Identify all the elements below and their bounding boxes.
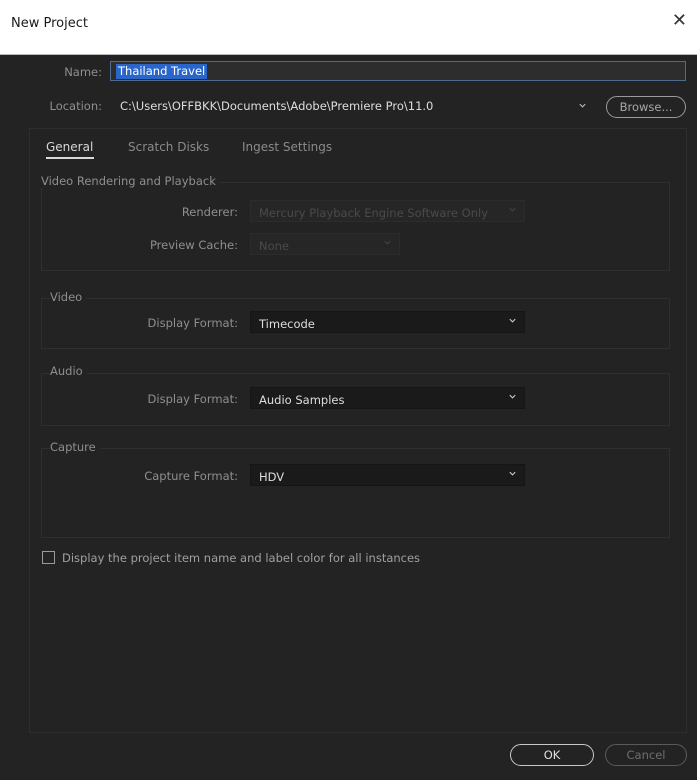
- audio-group-border: [41, 373, 670, 374]
- renderer-dropdown: Mercury Playback Engine Software Only: [250, 200, 525, 222]
- browse-button[interactable]: Browse...: [606, 96, 686, 118]
- tab-ingest-settings[interactable]: Ingest Settings: [242, 140, 332, 154]
- tab-general[interactable]: General: [46, 140, 93, 154]
- video-rendering-title: Video Rendering and Playback: [41, 174, 220, 188]
- chevron-down-icon: [509, 318, 516, 323]
- video-title: Video: [50, 290, 87, 304]
- renderer-label: Renderer:: [181, 205, 238, 219]
- location-dropdown[interactable]: C:\Users\OFFBKK\Documents\Adobe\Premiere…: [110, 94, 594, 118]
- video-rendering-group: [41, 182, 670, 271]
- video-display-format-dropdown[interactable]: Timecode: [250, 311, 525, 333]
- video-display-format-label: Display Format:: [147, 316, 238, 330]
- name-label: Name:: [64, 65, 102, 79]
- capture-group-border: [41, 448, 670, 449]
- capture-title: Capture: [50, 440, 100, 454]
- location-label: Location:: [49, 99, 102, 113]
- name-input-value: Thailand Travel: [116, 64, 208, 79]
- name-input[interactable]: Thailand Travel: [110, 61, 686, 81]
- new-project-dialog: New Project ✕ Name: Thailand Travel Loca…: [0, 0, 697, 780]
- capture-format-value: HDV: [259, 470, 285, 484]
- preview-cache-label: Preview Cache:: [149, 238, 238, 252]
- capture-format-dropdown[interactable]: HDV: [250, 464, 525, 486]
- audio-title: Audio: [50, 364, 87, 378]
- audio-display-format-value: Audio Samples: [259, 393, 345, 407]
- preview-cache-dropdown: None: [250, 233, 400, 255]
- capture-format-label: Capture Format:: [144, 469, 238, 483]
- video-group-border: [41, 298, 670, 299]
- title-bar: New Project ✕: [0, 0, 697, 55]
- chevron-down-icon: [509, 471, 516, 476]
- capture-group: [41, 448, 670, 538]
- dialog-title: New Project: [11, 16, 88, 31]
- ok-button[interactable]: OK: [510, 744, 594, 766]
- preview-cache-value: None: [259, 239, 290, 253]
- renderer-value: Mercury Playback Engine Software Only: [259, 206, 489, 220]
- display-item-name-checkbox[interactable]: [42, 551, 55, 564]
- audio-display-format-dropdown[interactable]: Audio Samples: [250, 387, 525, 409]
- video-display-format-value: Timecode: [259, 317, 315, 331]
- audio-display-format-label: Display Format:: [147, 392, 238, 406]
- tab-scratch-disks[interactable]: Scratch Disks: [128, 140, 209, 154]
- active-tab-indicator: [46, 157, 94, 159]
- location-value: C:\Users\OFFBKK\Documents\Adobe\Premiere…: [120, 99, 434, 113]
- chevron-down-icon: [579, 103, 586, 108]
- chevron-down-icon: [509, 207, 516, 212]
- close-icon[interactable]: ✕: [672, 12, 687, 30]
- chevron-down-icon: [384, 240, 391, 245]
- cancel-button[interactable]: Cancel: [605, 744, 687, 766]
- chevron-down-icon: [509, 394, 516, 399]
- display-item-name-label: Display the project item name and label …: [62, 551, 421, 565]
